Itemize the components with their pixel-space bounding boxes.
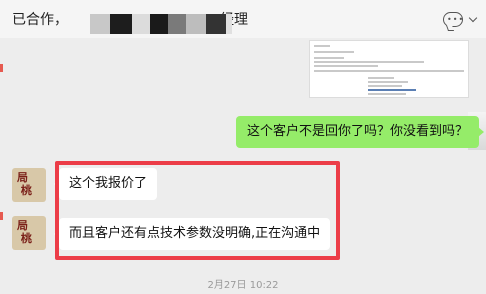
chevron-down-icon[interactable] [468,13,478,23]
scroll-marker [0,64,3,72]
doc-line [368,81,408,83]
highlight-box [55,161,340,260]
scroll-marker [0,212,3,220]
doc-line [314,51,354,53]
message-timestamp: 2月27日 10:22 [207,280,279,291]
doc-line [368,93,406,95]
avatar-seal-icon: 局 桃 [17,219,32,245]
doc-line [314,61,424,63]
doc-line [368,77,394,79]
doc-link-line [368,89,416,91]
redaction-block [206,14,226,34]
chat-title-left: 已合作， [12,12,68,28]
redaction-block [110,14,132,34]
sent-image-document[interactable] [309,40,469,98]
doc-line [368,85,402,87]
contact-avatar[interactable]: 局 桃 [12,168,46,202]
redaction-block [186,14,206,34]
redaction-block [132,14,150,34]
doc-line [314,65,378,67]
redaction-block [226,14,232,34]
doc-line [314,45,330,47]
chat-bubble-icon[interactable]: ••• [443,12,463,27]
chat-header: 已合作， 经理 ••• [0,0,486,38]
avatar-seal-icon: 局 桃 [17,171,32,197]
redaction-block [168,14,186,34]
redaction-block [150,14,168,34]
contact-avatar[interactable]: 局 桃 [12,216,46,250]
redaction-block [90,14,110,34]
sent-message-bubble[interactable]: 这个客户不是回你了吗？你没看到吗？ [236,116,485,148]
doc-line [314,57,344,59]
sent-message-text: 这个客户不是回你了吗？你没看到吗？ [247,124,469,139]
doc-line [314,70,464,72]
